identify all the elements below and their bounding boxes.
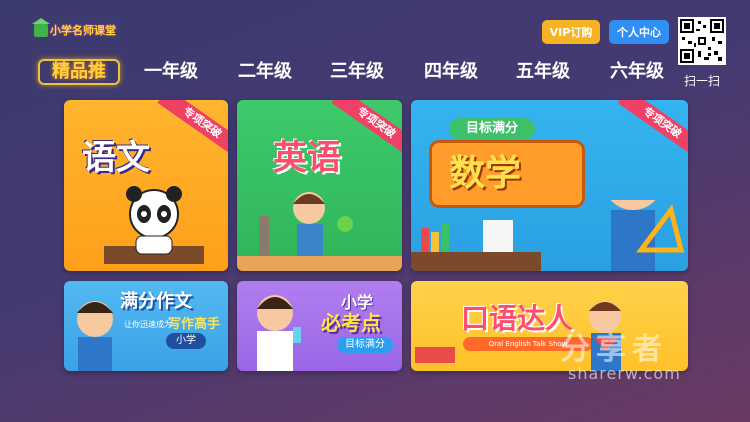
app-logo: 小学名师课堂 [32, 18, 116, 38]
boy-illustration [77, 301, 113, 371]
math-subtitle: 目标满分 [449, 118, 535, 140]
badge-special: 专项突破 [157, 100, 228, 158]
badge-special: 专项突破 [617, 100, 688, 158]
card-tag: 目标满分 [337, 337, 393, 353]
tab-grade-5[interactable]: 五年级 [510, 56, 576, 88]
card-chinese[interactable]: 专项突破 语文 [64, 100, 228, 271]
card-tag: 小学 [166, 333, 206, 349]
house-icon [32, 18, 50, 37]
vip-subscribe-button[interactable]: VIP订购 [542, 20, 600, 44]
card-line1: 让你迅速成为 [124, 320, 172, 329]
tab-grade-6[interactable]: 六年级 [604, 56, 670, 88]
card-english[interactable]: 专项突破 英语 [237, 100, 402, 271]
card-title: 英语 [273, 138, 341, 178]
tab-grade-2[interactable]: 二年级 [232, 56, 298, 88]
tab-featured[interactable]: 精品推 [38, 56, 120, 88]
card-title: 数学 [449, 153, 522, 194]
panda-illustration [104, 186, 204, 264]
qr-code[interactable] [678, 17, 726, 65]
card-title: 语文 [82, 138, 150, 178]
tab-grade-3[interactable]: 三年级 [324, 56, 390, 88]
scan-label: 扫一扫 [683, 74, 720, 88]
scientist-illustration [257, 295, 301, 371]
tab-grade-4[interactable]: 四年级 [418, 56, 484, 88]
personal-center-button[interactable]: 个人中心 [609, 20, 669, 44]
badge-special: 专项突破 [331, 100, 402, 158]
card-title2: 必考点 [321, 311, 381, 335]
math-teacher-illustration [411, 200, 685, 271]
card-composition[interactable]: 满分作文 让你迅速成为 写作高手 小学 [64, 281, 228, 371]
tab-grade-1[interactable]: 一年级 [138, 56, 204, 88]
card-title: 满分作文 [120, 291, 192, 312]
teacher-illustration [237, 192, 402, 271]
superhero-illustration [415, 301, 621, 371]
card-exam[interactable]: 小学 必考点 目标满分 [237, 281, 402, 371]
card-line2: 写作高手 [168, 317, 221, 332]
logo-text: 小学名师课堂 [50, 24, 116, 37]
card-oral[interactable]: 口语达人 Oral English Talk Show [411, 281, 688, 371]
card-math[interactable]: 专项突破 目标满分 数学 [411, 100, 688, 271]
